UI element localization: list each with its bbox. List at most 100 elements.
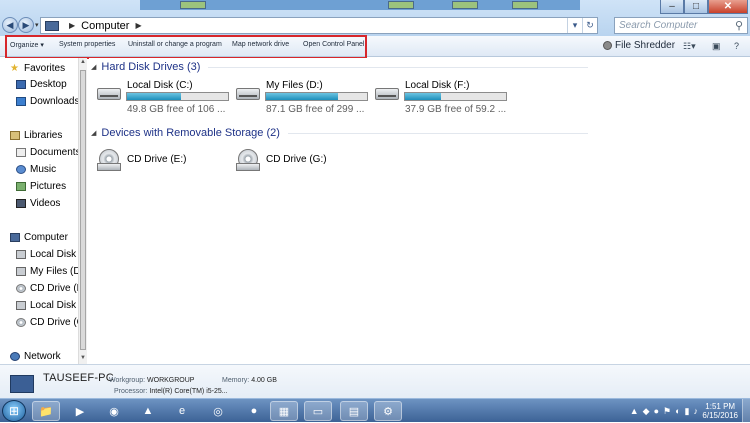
group-divider bbox=[208, 66, 589, 68]
change-view-icon[interactable]: ☷▾ bbox=[683, 41, 696, 52]
collapse-triangle-icon[interactable]: ◢ bbox=[91, 129, 96, 137]
nav-music[interactable]: Music bbox=[16, 162, 56, 176]
explorer-icon[interactable]: 📁 bbox=[32, 401, 60, 421]
nav-network[interactable]: Network bbox=[10, 349, 61, 363]
hard-drive-icon bbox=[97, 88, 121, 100]
nav-favorites[interactable]: ★ Favorites bbox=[10, 61, 65, 75]
search-input[interactable]: Search Computer ⚲ bbox=[614, 17, 748, 34]
nav-local-disk-c[interactable]: Local Disk bbox=[16, 247, 76, 261]
nav-label: Desktop bbox=[30, 78, 67, 90]
drive-free-space: 37.9 GB free of 59.2 ... bbox=[405, 104, 507, 115]
drive-usage-fill bbox=[127, 93, 181, 100]
recent-pages-chevron-icon[interactable]: ▾ bbox=[35, 21, 39, 29]
nav-label: Favorites bbox=[24, 62, 66, 74]
nav-label: Network bbox=[24, 350, 61, 362]
nav-local-disk-f[interactable]: Local Disk bbox=[16, 298, 76, 312]
ie-icon[interactable]: e bbox=[168, 401, 196, 421]
scroll-down-icon[interactable]: ▼ bbox=[79, 355, 87, 363]
maximize-button[interactable]: □ bbox=[684, 0, 708, 14]
wifi-app-icon[interactable]: ◎ bbox=[204, 401, 232, 421]
breadcrumb-chevron-icon[interactable]: ▶ bbox=[69, 21, 75, 30]
drive-tile[interactable]: Local Disk (C:) 49.8 GB free of 106 ... bbox=[97, 80, 237, 116]
red-app-icon[interactable]: ● bbox=[240, 401, 268, 421]
network-app-icon[interactable]: ▦ bbox=[270, 401, 298, 421]
minimize-button[interactable]: – bbox=[660, 0, 684, 14]
downloads-icon bbox=[16, 96, 26, 106]
close-button[interactable]: ✕ bbox=[708, 0, 748, 14]
details-pane: TAUSEEF-PC Workgroup: WORKGROUP Memory: … bbox=[0, 364, 750, 398]
pictures-icon bbox=[16, 181, 26, 191]
nav-videos[interactable]: Videos bbox=[16, 196, 60, 210]
nav-documents[interactable]: Documents bbox=[16, 145, 78, 159]
nav-downloads[interactable]: Downloads bbox=[16, 94, 78, 108]
file-shredder-label: File Shredder bbox=[615, 40, 676, 51]
chrome-icon[interactable]: ◉ bbox=[100, 401, 128, 421]
vlc-icon[interactable]: ▲ bbox=[134, 401, 162, 421]
group-heading: Devices with Removable Storage (2) bbox=[101, 127, 280, 139]
navigation-buttons: ◀ ▶ ▾ bbox=[2, 17, 39, 33]
refresh-icon[interactable]: ↻ bbox=[582, 18, 597, 33]
preview-pane-icon[interactable]: ▣ bbox=[712, 41, 721, 52]
cd-drive-tile[interactable]: CD Drive (E:) bbox=[97, 147, 237, 183]
computer-icon bbox=[10, 232, 20, 242]
address-dropdown-icon[interactable]: ▾ bbox=[567, 18, 582, 33]
nav-label: Pictures bbox=[30, 180, 67, 192]
tray-app-icon[interactable]: ◆ bbox=[643, 406, 650, 417]
nav-pictures[interactable]: Pictures bbox=[16, 179, 66, 193]
drive-icon bbox=[16, 249, 26, 259]
back-arrow-icon[interactable]: ◀ bbox=[2, 17, 18, 33]
tray-app-icon[interactable]: ● bbox=[654, 406, 659, 416]
flag-icon[interactable]: ⚑ bbox=[663, 406, 671, 417]
cd-drive-tile[interactable]: CD Drive (G:) bbox=[236, 147, 376, 183]
tray-expand-icon[interactable]: ▲ bbox=[630, 406, 639, 416]
collapse-triangle-icon[interactable]: ◢ bbox=[91, 63, 96, 71]
nav-my-files-d[interactable]: My Files (D bbox=[16, 264, 78, 278]
drive-tile[interactable]: My Files (D:) 87.1 GB free of 299 ... bbox=[236, 80, 376, 116]
drive-usage-bar bbox=[404, 92, 507, 101]
nav-label: My Files (D bbox=[30, 265, 78, 277]
clock[interactable]: 1:51 PM 6/15/2016 bbox=[702, 402, 738, 420]
nav-libraries[interactable]: Libraries bbox=[10, 128, 62, 142]
nav-label: CD Drive (E bbox=[30, 282, 78, 294]
file-shredder-button[interactable]: File Shredder bbox=[603, 40, 675, 51]
nav-computer[interactable]: Computer bbox=[10, 230, 68, 244]
navigation-scrollbar[interactable]: ▲ ▼ bbox=[78, 58, 87, 364]
nav-cd-drive-e[interactable]: CD Drive (E bbox=[16, 281, 78, 295]
clock-time: 1:51 PM bbox=[705, 402, 736, 411]
clock-date: 6/15/2016 bbox=[702, 411, 738, 420]
winrar-icon[interactable]: ▤ bbox=[340, 401, 368, 421]
nav-label: Videos bbox=[30, 197, 61, 209]
cd-drive-icon bbox=[236, 163, 260, 171]
show-desktop-button[interactable] bbox=[742, 399, 750, 423]
processor-label: Processor: bbox=[114, 388, 148, 395]
address-bar[interactable]: ▶ Computer ▶ ▾ ↻ bbox=[40, 17, 598, 34]
network-status-icon[interactable]: ▮ bbox=[685, 406, 690, 417]
help-icon[interactable]: ? bbox=[734, 41, 739, 51]
drive-name: Local Disk (F:) bbox=[405, 80, 470, 91]
window-icon[interactable]: ▭ bbox=[304, 401, 332, 421]
volume-icon[interactable]: ♪ bbox=[694, 406, 699, 416]
search-icon[interactable]: ⚲ bbox=[735, 19, 743, 32]
start-button[interactable]: ⊞ bbox=[2, 400, 26, 422]
nav-desktop[interactable]: Desktop bbox=[16, 77, 67, 91]
group-hard-disk-drives[interactable]: ◢ Hard Disk Drives (3) bbox=[91, 61, 589, 73]
breadcrumb-chevron-icon[interactable]: ▶ bbox=[135, 21, 141, 30]
media-player-icon[interactable]: ▶ bbox=[66, 401, 94, 421]
network-icon bbox=[10, 351, 20, 361]
drive-icon bbox=[16, 266, 26, 276]
content-pane: ◢ Hard Disk Drives (3) Local Disk (C:) 4… bbox=[89, 58, 750, 364]
drive-name: CD Drive (E:) bbox=[127, 154, 187, 165]
group-removable-storage[interactable]: ◢ Devices with Removable Storage (2) bbox=[91, 127, 588, 139]
tray-app-icon[interactable]: ◐ bbox=[675, 406, 680, 416]
nav-cd-drive-g[interactable]: CD Drive (G bbox=[16, 315, 78, 329]
settings-gear-icon[interactable]: ⚙ bbox=[374, 401, 402, 421]
drive-name: My Files (D:) bbox=[266, 80, 323, 91]
scrollbar-thumb[interactable] bbox=[80, 70, 86, 350]
drive-usage-bar bbox=[265, 92, 368, 101]
window-controls: – □ ✕ bbox=[660, 0, 748, 14]
scroll-up-icon[interactable]: ▲ bbox=[79, 59, 87, 67]
forward-arrow-icon[interactable]: ▶ bbox=[18, 17, 34, 33]
breadcrumb-computer[interactable]: Computer bbox=[81, 20, 129, 32]
memory-info: Memory: 4.00 GB bbox=[222, 377, 277, 384]
drive-tile[interactable]: Local Disk (F:) 37.9 GB free of 59.2 ... bbox=[375, 80, 515, 116]
